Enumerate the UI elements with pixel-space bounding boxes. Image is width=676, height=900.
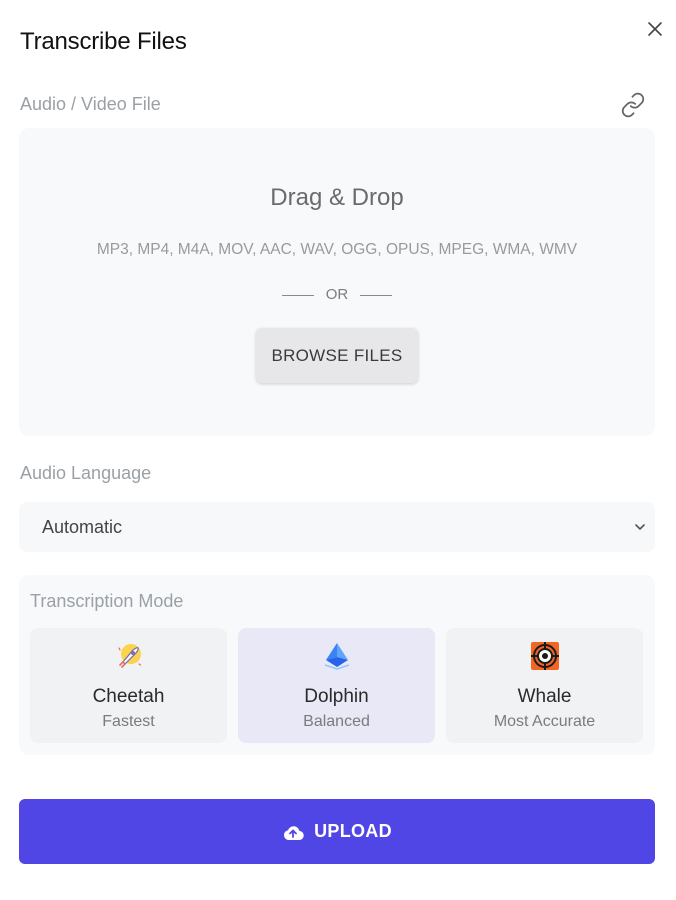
mode-name: Dolphin — [304, 686, 369, 707]
file-section-label: Audio / Video File — [20, 94, 161, 114]
cloud-upload-icon — [284, 825, 304, 840]
supported-formats: MP3, MP4, M4A, MOV, AAC, WAV, OGG, OPUS,… — [96, 241, 578, 258]
mode-name: Whale — [517, 686, 572, 707]
browse-files-button[interactable]: BROWSE FILES — [256, 328, 418, 383]
file-dropzone[interactable]: Drag & Drop MP3, MP4, M4A, MOV, AAC, WAV… — [19, 128, 655, 436]
chevron-down-icon — [635, 524, 645, 530]
mode-card-cheetah[interactable]: Cheetah Fastest — [30, 628, 227, 743]
mode-description: Most Accurate — [493, 713, 596, 730]
or-text: OR — [325, 286, 349, 303]
link-icon — [621, 92, 645, 118]
mode-card-dolphin[interactable]: Dolphin Balanced — [238, 628, 435, 743]
drag-drop-title: Drag & Drop — [270, 184, 404, 211]
transcription-mode-panel: Transcription Mode Cheetah Fastest Dolph… — [19, 575, 655, 755]
close-icon — [648, 22, 662, 36]
rocket-icon — [117, 644, 141, 668]
pyramid-icon — [324, 643, 349, 670]
language-select[interactable]: Automatic — [19, 502, 655, 552]
language-select-value: Automatic — [42, 517, 123, 537]
close-button[interactable] — [644, 18, 666, 40]
link-button[interactable] — [620, 92, 646, 118]
upload-button[interactable]: UPLOAD — [19, 799, 655, 864]
mode-description: Fastest — [102, 713, 155, 730]
or-divider: OR — [19, 286, 655, 303]
mode-description: Balanced — [303, 713, 370, 730]
language-section-label: Audio Language — [20, 463, 152, 483]
upload-label: UPLOAD — [314, 821, 392, 841]
mode-name: Cheetah — [92, 686, 165, 707]
dialog-title: Transcribe Files — [20, 28, 187, 55]
mode-section-label: Transcription Mode — [30, 591, 184, 611]
target-icon — [530, 642, 559, 670]
mode-card-whale[interactable]: Whale Most Accurate — [446, 628, 643, 743]
